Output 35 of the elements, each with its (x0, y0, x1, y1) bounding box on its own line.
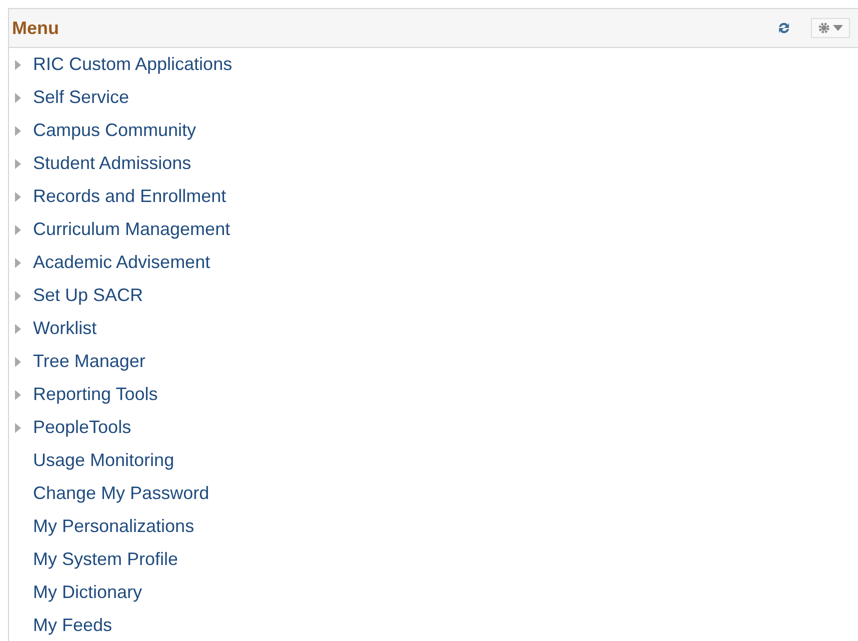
menu-link[interactable]: Student Admissions (33, 153, 192, 174)
menu-link[interactable]: Tree Manager (33, 351, 146, 372)
menu-link[interactable]: Campus Community (33, 120, 196, 141)
expand-arrow-icon[interactable] (15, 258, 21, 268)
menu-link[interactable]: My System Profile (33, 549, 178, 570)
menu-link[interactable]: Records and Enrollment (33, 186, 226, 207)
menu-link[interactable]: Change My Password (33, 483, 210, 504)
expand-arrow-icon[interactable] (15, 158, 21, 168)
refresh-icon[interactable] (777, 21, 791, 35)
expand-arrow-icon[interactable] (15, 92, 21, 102)
expand-arrow-icon[interactable] (15, 126, 21, 136)
expand-arrow-icon[interactable] (15, 324, 21, 334)
expand-arrow-icon[interactable] (15, 422, 21, 432)
expand-arrow-icon[interactable] (15, 290, 21, 300)
menu-link[interactable]: RIC Custom Applications (33, 54, 232, 75)
menu-link[interactable]: My Dictionary (33, 582, 142, 603)
menu-link[interactable]: Academic Advisement (33, 252, 210, 273)
gear-icon (818, 22, 830, 34)
menu-link[interactable]: Worklist (33, 318, 97, 339)
menu-link[interactable]: My Feeds (33, 615, 112, 636)
caret-icon (833, 25, 843, 31)
menu-link[interactable]: Set Up SACR (33, 285, 144, 306)
expand-arrow-icon[interactable] (15, 60, 21, 70)
expand-arrow-icon[interactable] (15, 356, 21, 366)
options-button[interactable] (811, 18, 850, 38)
menu-link[interactable]: Usage Monitoring (33, 450, 174, 471)
expand-arrow-icon[interactable] (15, 224, 21, 234)
menu-link[interactable]: Curriculum Management (33, 219, 230, 240)
menu-link[interactable]: My Personalizations (33, 516, 194, 537)
expand-arrow-icon[interactable] (15, 390, 21, 400)
menu-link[interactable]: PeopleTools (33, 417, 132, 438)
menu-link[interactable]: Self Service (33, 87, 130, 108)
menu-link[interactable]: Reporting Tools (33, 384, 158, 405)
menu-title: Menu (12, 18, 60, 38)
expand-arrow-icon[interactable] (15, 192, 21, 202)
